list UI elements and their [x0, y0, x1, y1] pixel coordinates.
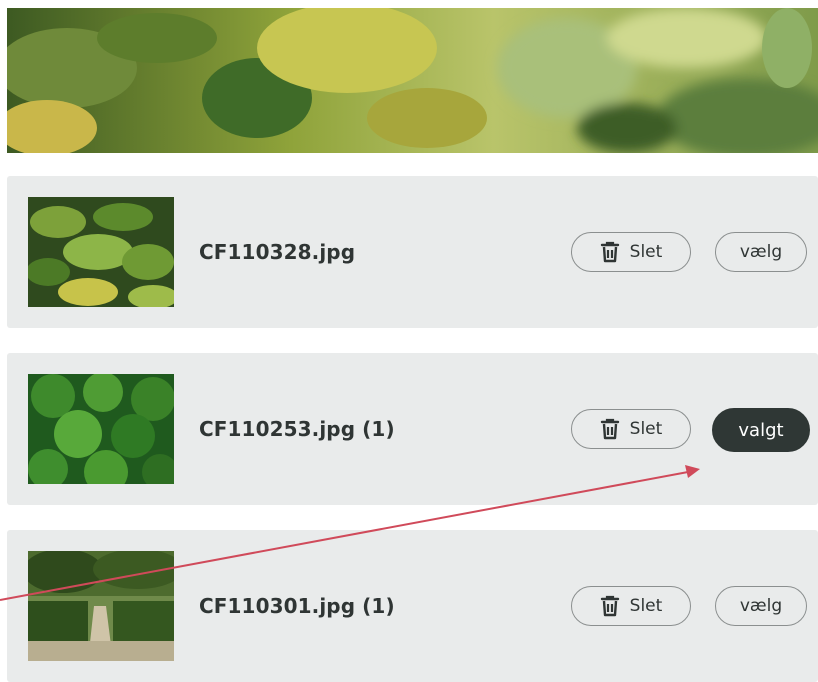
delete-label: Slet — [629, 242, 663, 262]
file-name: CF110328.jpg — [199, 240, 356, 264]
delete-label: Slet — [629, 419, 663, 439]
delete-button[interactable]: Slet — [571, 232, 691, 272]
trash-icon — [600, 241, 619, 263]
selected-button[interactable]: valgt — [712, 408, 810, 452]
file-row: CF110253.jpg (1) Slet valgt — [7, 353, 818, 505]
hero-banner-image — [7, 8, 818, 153]
trash-icon — [600, 595, 619, 617]
file-row: CF110301.jpg (1) Slet vælg — [7, 530, 818, 682]
delete-button[interactable]: Slet — [571, 409, 691, 449]
delete-button[interactable]: Slet — [571, 586, 691, 626]
trash-icon — [600, 418, 619, 440]
file-row: CF110328.jpg Slet vælg — [7, 176, 818, 328]
delete-label: Slet — [629, 596, 663, 616]
select-button[interactable]: vælg — [715, 232, 807, 272]
file-thumbnail — [28, 551, 174, 661]
file-thumbnail — [28, 197, 174, 307]
file-name: CF110301.jpg (1) — [199, 594, 395, 618]
file-name: CF110253.jpg (1) — [199, 417, 395, 441]
file-thumbnail — [28, 374, 174, 484]
select-button[interactable]: vælg — [715, 586, 807, 626]
